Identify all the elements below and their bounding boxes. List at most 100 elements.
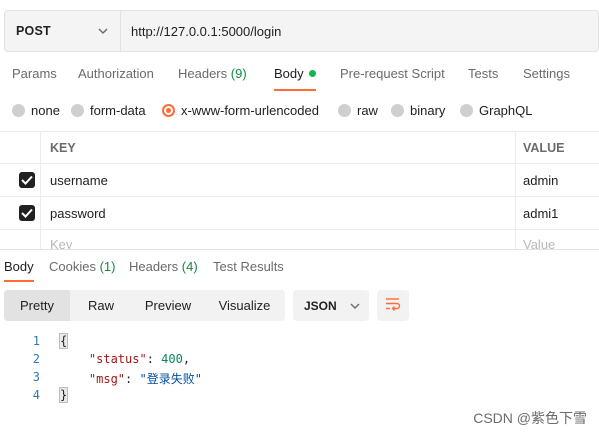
code-line: 4 } [0,387,599,406]
line-number: 3 [32,370,40,384]
chevron-down-icon [349,300,361,312]
headers-count: (9) [230,66,247,81]
tab-authorization-label: Authorization [78,66,154,81]
row-value[interactable]: admin [516,164,599,196]
radio-raw[interactable]: raw [338,103,378,118]
view-preview-button[interactable]: Preview [132,290,204,321]
method-label: POST [16,24,51,38]
code-line: 1 { [0,333,599,352]
code-line: 2 "status": 400, [0,352,599,370]
radio-none[interactable]: none [12,103,60,118]
tab-pre-request-label: Pre-request Script [340,66,445,81]
line-number: 4 [32,388,40,402]
url-input[interactable] [121,11,598,51]
code-line: 3 "msg": "登录失败" [0,370,599,388]
code-text: "status": 400, [88,352,191,366]
radio-binary[interactable]: binary [391,103,445,118]
view-raw-button[interactable]: Raw [70,290,132,321]
radio-circle-selected [162,104,175,117]
table-row: username admin [0,164,599,197]
response-tab-headers-label: Headers [129,259,179,274]
table-header: KEY VALUE [0,131,599,164]
radio-form-data[interactable]: form-data [71,103,146,118]
row-key[interactable]: username [42,164,516,196]
watermark: CSDN @紫色下雪 [473,410,587,426]
method-select[interactable]: POST [5,11,121,51]
code-text: "msg": "登录失败" [88,372,202,386]
row-check-cell [0,230,41,249]
radio-label: raw [357,103,378,118]
format-label: JSON [304,298,337,313]
response-tab-test-results[interactable]: Test Results [213,259,284,274]
row-value[interactable]: admi1 [516,197,599,229]
tab-settings-label: Settings [523,66,570,81]
radio-circle [391,104,404,117]
radio-label: x-www-form-urlencoded [181,103,319,118]
new-value-placeholder[interactable]: Value [516,230,599,249]
tab-params[interactable]: Params [12,66,57,81]
response-tab-body[interactable]: Body [4,259,34,274]
active-tab-underline [274,89,316,91]
code-text: { [58,333,69,349]
table-row-new: Key Value [0,230,599,249]
open-brace: { [58,333,69,349]
chevron-down-icon [97,25,109,37]
row-key[interactable]: password [42,197,516,229]
line-number: 2 [32,352,40,366]
response-tab-test-results-label: Test Results [213,259,284,274]
radio-label: binary [410,103,446,118]
radio-circle [460,104,473,117]
tab-authorization[interactable]: Authorization [78,66,154,81]
view-mode-group: Pretty Raw Preview Visualize [4,290,285,321]
radio-circle [71,104,84,117]
response-tab-cookies[interactable]: Cookies (1) [49,259,115,274]
new-key-placeholder[interactable]: Key [42,230,516,249]
status-value: 400 [161,352,183,366]
view-visualize-button[interactable]: Visualize [204,290,285,321]
request-tabs: Params Authorization Headers (9) Body Pr… [0,62,599,92]
view-pretty-button[interactable]: Pretty [4,290,70,321]
radio-graphql[interactable]: GraphQL [460,103,532,118]
tab-body[interactable]: Body [274,66,316,81]
row-checkbox[interactable] [19,205,35,221]
row-checkbox[interactable] [19,172,35,188]
status-key: "status" [88,352,147,366]
msg-value: "登录失败" [139,372,202,386]
response-tab-cookies-label: Cookies [49,259,96,274]
msg-key: "msg" [88,372,126,386]
code-text: } [58,387,69,403]
header-check-cell [0,132,41,163]
body-type-radios: none form-data x-www-form-urlencoded raw… [0,100,599,122]
body-active-dot [308,70,316,77]
tab-tests-label: Tests [468,66,499,81]
tab-headers-label: Headers [178,66,228,81]
radio-circle [12,104,25,117]
wrap-lines-button[interactable] [377,290,409,321]
active-response-tab-underline [4,280,34,282]
radio-label: GraphQL [479,103,533,118]
tab-settings[interactable]: Settings [523,66,570,81]
row-check-cell [0,197,41,229]
pane-divider[interactable] [0,249,599,250]
response-tabs: Body Cookies (1) Headers (4) Test Result… [0,256,599,284]
request-url-bar: POST [4,10,599,52]
tab-headers[interactable]: Headers (9) [178,66,247,81]
cookies-count: (1) [99,259,116,274]
tab-params-label: Params [12,66,57,81]
tab-body-label: Body [274,66,304,81]
radio-x-www-form-urlencoded[interactable]: x-www-form-urlencoded [162,103,319,118]
format-select[interactable]: JSON [293,290,369,321]
wrap-lines-icon [385,297,401,314]
response-tab-headers[interactable]: Headers (4) [129,259,198,274]
tab-pre-request-script[interactable]: Pre-request Script [340,66,445,81]
key-column-header: KEY [42,132,516,163]
line-number: 1 [32,334,40,348]
tab-tests[interactable]: Tests [468,66,498,81]
radio-label: form-data [90,103,146,118]
close-brace: } [58,387,69,403]
radio-label: none [31,103,60,118]
value-column-header: VALUE [523,140,565,155]
radio-circle [338,104,351,117]
response-tab-body-label: Body [4,259,34,274]
table-row: password admi1 [0,197,599,230]
